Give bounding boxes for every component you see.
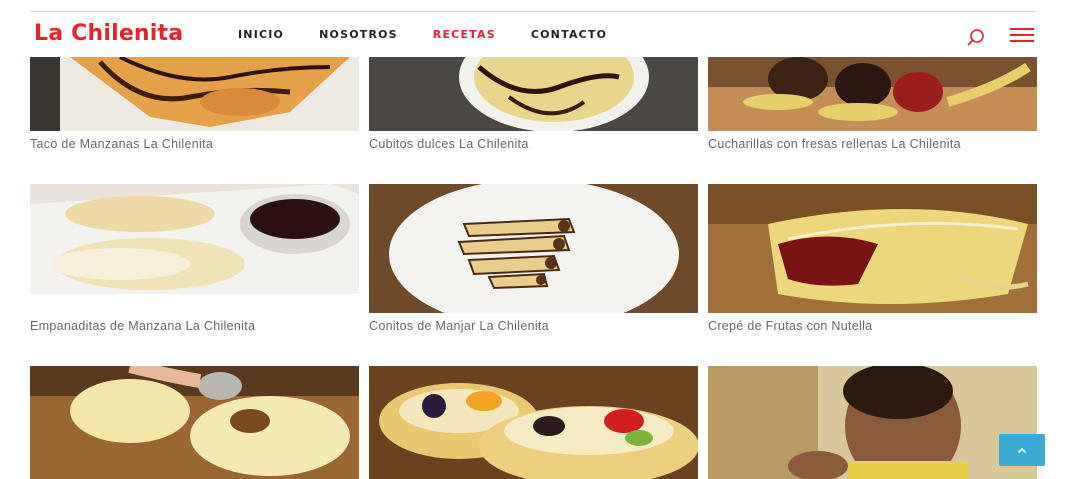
recipe-image[interactable]: [369, 184, 698, 313]
main-nav: INICIO NOSOTROS RECETAS CONTACTO: [238, 28, 642, 41]
recipe-image[interactable]: [708, 57, 1037, 131]
nav-inicio[interactable]: INICIO: [238, 28, 284, 41]
recipe-image[interactable]: [30, 184, 359, 313]
hamburger-menu-icon[interactable]: [1010, 27, 1034, 43]
recipe-title[interactable]: Conitos de Manjar La Chilenita: [369, 317, 659, 336]
nav-nosotros[interactable]: NOSOTROS: [319, 28, 398, 41]
recipe-image[interactable]: [369, 366, 698, 479]
recipe-title[interactable]: Taco de Manzanas La Chilenita: [30, 135, 320, 154]
scroll-to-top-button[interactable]: [999, 434, 1045, 466]
chevron-up-icon: [1018, 447, 1026, 453]
site-header: La Chilenita INICIO NOSOTROS RECETAS CON…: [0, 12, 1066, 57]
recipe-image[interactable]: [369, 57, 698, 131]
recipe-title[interactable]: Cubitos dulces La Chilenita: [369, 135, 659, 154]
recipe-title[interactable]: Crepé de Frutas con Nutella: [708, 317, 998, 336]
recipe-image[interactable]: [708, 184, 1037, 313]
recipe-image[interactable]: [30, 366, 359, 479]
site-logo[interactable]: La Chilenita: [34, 21, 183, 46]
search-icon[interactable]: [966, 27, 986, 47]
recipe-image[interactable]: [708, 366, 1037, 479]
recipe-title[interactable]: Cucharillas con fresas rellenas La Chile…: [708, 135, 998, 154]
recipe-title[interactable]: Empanaditas de Manzana La Chilenita: [30, 317, 320, 336]
nav-recetas[interactable]: RECETAS: [433, 28, 496, 41]
nav-contacto[interactable]: CONTACTO: [531, 28, 607, 41]
recipe-image[interactable]: [30, 57, 359, 131]
